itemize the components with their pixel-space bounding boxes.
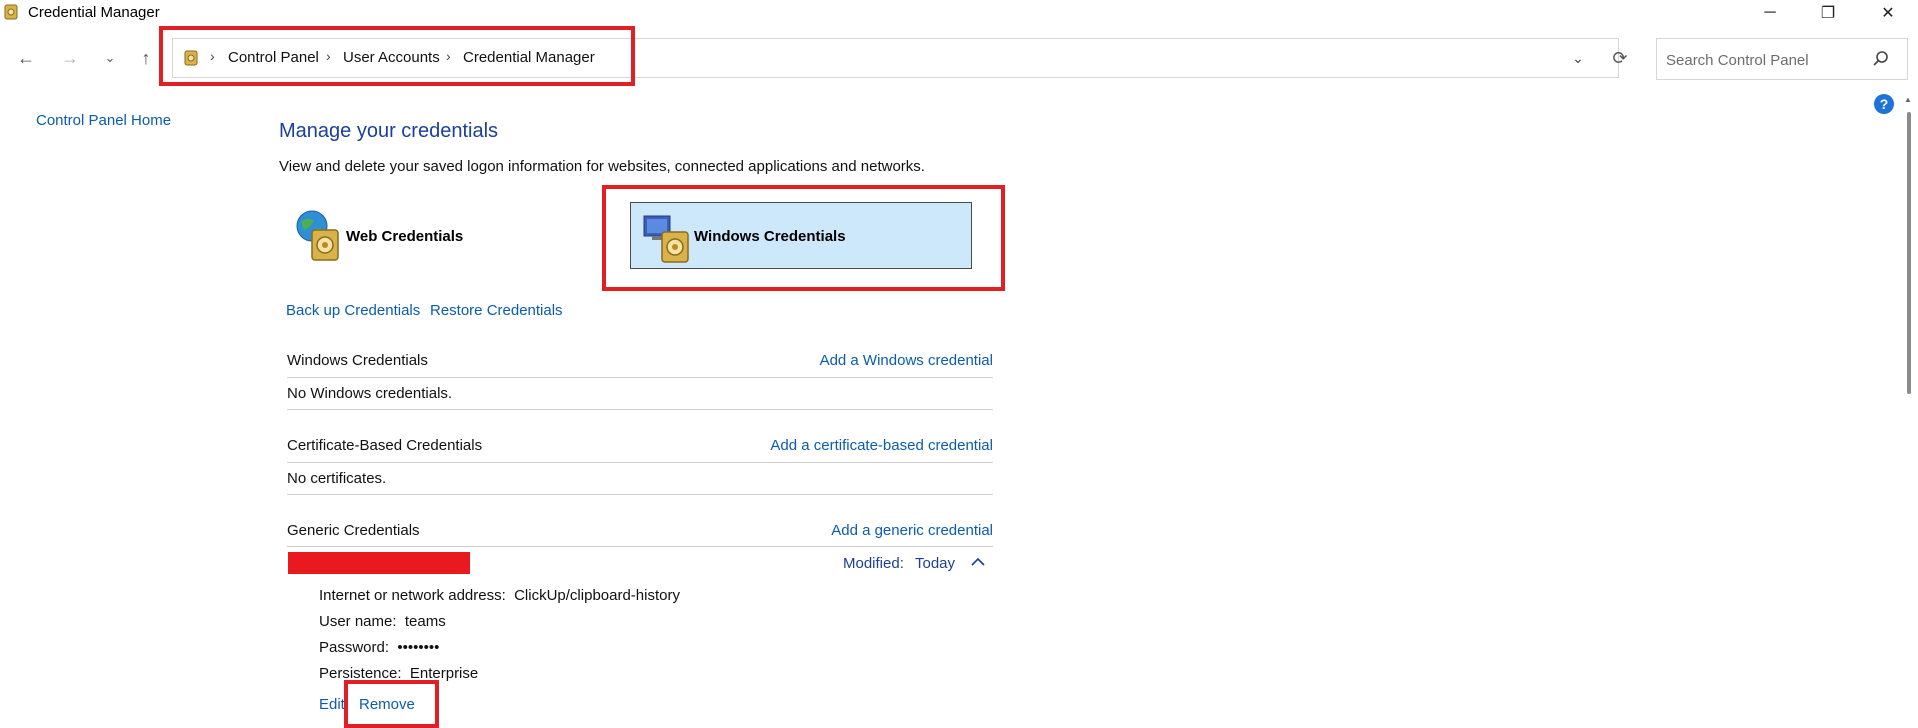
section-divider (287, 494, 993, 495)
refresh-button[interactable]: ⟳ (1606, 44, 1634, 72)
address-dropdown-button[interactable]: ⌄ (1566, 44, 1590, 72)
scroll-up-arrow-icon[interactable]: ▲ (1904, 95, 1912, 104)
remove-credential-link[interactable]: Remove (359, 696, 415, 713)
add-windows-credential-link[interactable]: Add a Windows credential (700, 352, 993, 369)
restore-button[interactable]: ❐ (1799, 0, 1857, 26)
breadcrumb-separator: › (446, 48, 451, 64)
no-windows-credentials-message: No Windows credentials. (287, 385, 453, 402)
chevron-up-icon[interactable] (966, 550, 990, 574)
modified-label: Modified: (843, 555, 904, 572)
section-divider (287, 377, 993, 378)
restore-credentials-link[interactable]: Restore Credentials (430, 302, 563, 319)
close-button[interactable]: ✕ (1859, 0, 1917, 26)
breadcrumb-control-panel[interactable]: Control Panel (228, 49, 319, 66)
breadcrumb-credential-manager[interactable]: Credential Manager (463, 49, 595, 66)
search-icon[interactable] (1870, 48, 1892, 70)
web-credentials-label: Web Credentials (346, 228, 464, 245)
section-divider (287, 546, 993, 547)
forward-button[interactable]: → (56, 44, 84, 72)
control-panel-home-link[interactable]: Control Panel Home (36, 112, 171, 129)
add-certificate-credential-link[interactable]: Add a certificate-based credential (700, 437, 993, 454)
no-certificates-message: No certificates. (287, 470, 387, 487)
generic-credentials-section-title: Generic Credentials (287, 522, 420, 539)
search-input[interactable] (1664, 48, 1868, 72)
section-divider (287, 462, 993, 463)
credential-username: User name: teams (319, 613, 446, 630)
recent-locations-button[interactable]: ⌄ (96, 44, 124, 72)
page-description: View and delete your saved logon informa… (279, 158, 925, 175)
breadcrumb-separator: › (326, 48, 331, 64)
credential-password: Password: •••••••• (319, 639, 440, 656)
breadcrumb-user-accounts[interactable]: User Accounts (343, 49, 440, 66)
help-icon[interactable]: ? (1874, 94, 1894, 114)
minimize-button[interactable]: ─ (1741, 0, 1799, 26)
add-generic-credential-link[interactable]: Add a generic credential (700, 522, 993, 539)
certificate-credentials-section-title: Certificate-Based Credentials (287, 437, 483, 454)
credential-manager-app-icon (4, 4, 18, 20)
scrollbar-thumb[interactable] (1907, 112, 1911, 394)
web-credentials-icon (296, 210, 339, 261)
back-button[interactable]: ← (12, 44, 40, 72)
credential-manager-icon (184, 50, 198, 66)
credential-address: Internet or network address: ClickUp/cli… (319, 587, 680, 604)
redacted-credential-name[interactable] (288, 552, 470, 574)
window-title: Credential Manager (28, 4, 160, 21)
edit-credential-link[interactable]: Edit (319, 696, 345, 713)
up-button[interactable]: ↑ (132, 44, 160, 72)
page-title: Manage your credentials (279, 120, 499, 142)
modified-value: Today (915, 555, 956, 572)
back-up-credentials-link[interactable]: Back up Credentials (286, 302, 420, 319)
windows-credentials-icon (643, 215, 689, 263)
windows-credentials-section-title: Windows Credentials (287, 352, 428, 369)
title-bar (0, 0, 1918, 26)
breadcrumb-separator: › (210, 48, 215, 64)
windows-credentials-label: Windows Credentials (694, 228, 846, 245)
credential-persistence: Persistence: Enterprise (319, 665, 479, 682)
section-divider (287, 409, 993, 410)
